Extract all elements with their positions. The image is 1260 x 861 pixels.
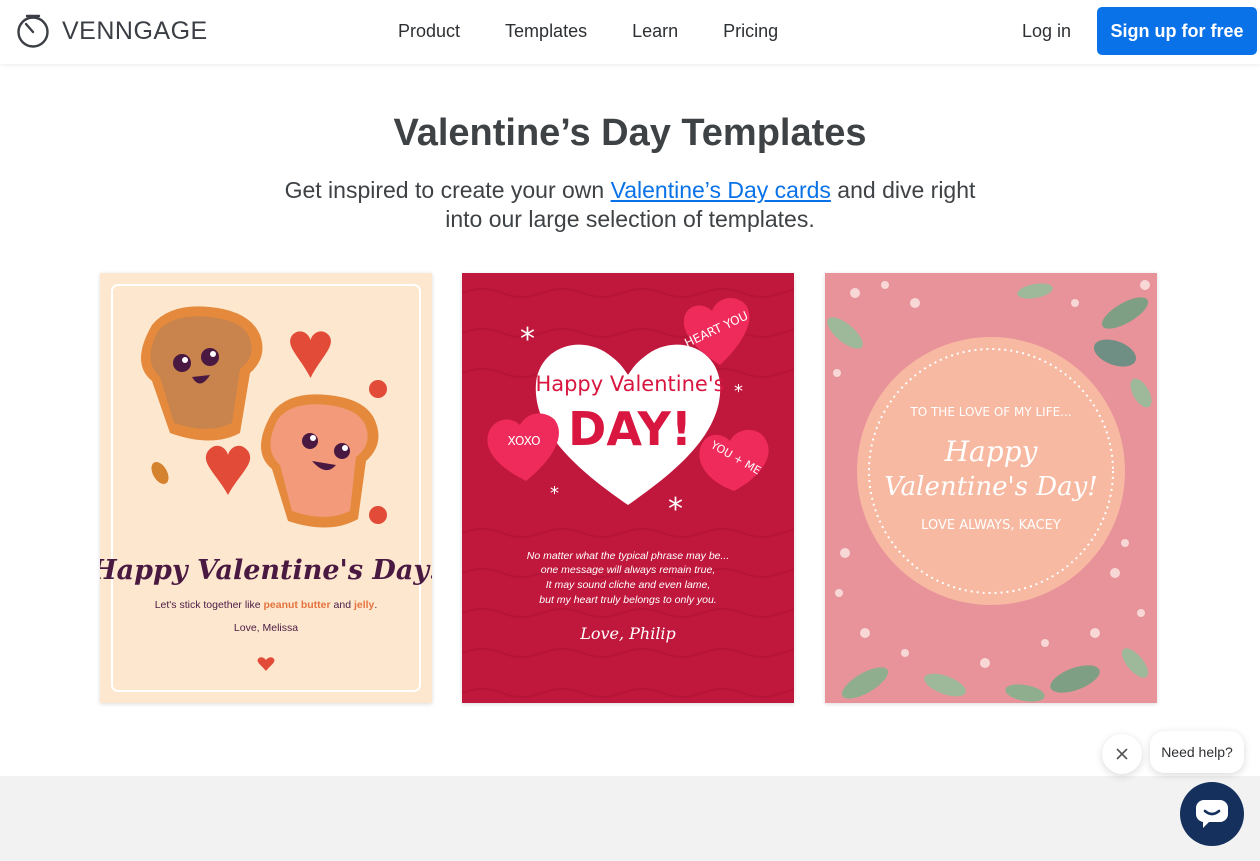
chat-close-button[interactable] <box>1102 734 1142 774</box>
nav-product[interactable]: Product <box>398 21 460 42</box>
nav-pricing[interactable]: Pricing <box>723 21 778 42</box>
page-title: Valentine’s Day Templates <box>393 112 867 154</box>
pbj-highlight-jelly: jelly <box>353 599 375 611</box>
footer-band <box>0 776 1260 861</box>
red-card-title-line2: DAY! <box>568 402 692 456</box>
floral-title-line1: Happy <box>944 435 1039 468</box>
pbj-signature: Love, Melissa <box>234 622 298 634</box>
need-help-bubble[interactable]: Need help? <box>1150 731 1244 773</box>
brand-logo[interactable]: VENNGAGE <box>16 14 208 48</box>
floral-card-art: TO THE LOVE OF MY LIFE... Happy Valentin… <box>825 273 1157 703</box>
pbj-message: Let's stick together like peanut butter … <box>155 599 378 611</box>
strawberry-icon <box>369 506 387 524</box>
nav-learn[interactable]: Learn <box>632 21 678 42</box>
pbj-message-start: Let's stick together like <box>155 599 264 611</box>
poem-line: It may sound cliche and even lame, <box>546 579 711 591</box>
pbj-message-end: . <box>374 599 377 611</box>
pbj-highlight-pb: peanut butter <box>264 599 331 611</box>
signup-button[interactable]: Sign up for free <box>1097 7 1257 55</box>
poem-line: but my heart truly belongs to only you. <box>539 594 716 606</box>
template-card-red-hearts[interactable]: Happy Valentine's DAY! HEART YOU XOXO YO… <box>462 273 794 703</box>
sparkle-icon: * <box>668 492 683 527</box>
login-link[interactable]: Log in <box>1022 21 1071 42</box>
chat-icon <box>1196 800 1228 828</box>
pbj-title: Happy Valentine's Day! <box>100 555 432 586</box>
sparkle-icon: * <box>734 381 743 402</box>
floral-signature: LOVE ALWAYS, KACEY <box>921 518 1061 533</box>
floral-title-line2: Valentine's Day! <box>884 472 1097 502</box>
floral-eyebrow: TO THE LOVE OF MY LIFE... <box>909 405 1071 419</box>
site-header: VENNGAGE Product Templates Learn Pricing… <box>0 0 1260 64</box>
strawberry-icon <box>369 380 387 398</box>
red-hearts-card-art: Happy Valentine's DAY! HEART YOU XOXO YO… <box>462 273 794 703</box>
close-icon <box>1116 748 1128 760</box>
brand-name: VENNGAGE <box>62 16 208 45</box>
poem-line: one message will always remain true, <box>541 564 716 576</box>
nav-templates[interactable]: Templates <box>505 21 587 42</box>
pbj-message-mid: and <box>331 599 354 611</box>
red-card-signature: Love, Philip <box>579 624 676 643</box>
red-card-title-line1: Happy Valentine's <box>535 372 724 396</box>
template-card-pbj[interactable]: Happy Valentine's Day! Let's stick toget… <box>100 273 432 703</box>
xoxo-label: XOXO <box>507 434 540 448</box>
sparkle-icon: * <box>520 322 535 357</box>
template-card-floral[interactable]: TO THE LOVE OF MY LIFE... Happy Valentin… <box>825 273 1157 703</box>
pbj-card-art: Happy Valentine's Day! Let's stick toget… <box>100 273 432 703</box>
venngage-logo-icon <box>17 14 49 48</box>
subtitle-text-start: Get inspired to create your own <box>284 177 611 203</box>
chat-launcher-button[interactable] <box>1180 782 1244 846</box>
poem-line: No matter what the typical phrase may be… <box>527 550 730 562</box>
sparkle-icon: * <box>550 483 559 504</box>
main-nav: Product Templates Learn Pricing <box>398 21 823 42</box>
valentines-cards-link[interactable]: Valentine’s Day cards <box>611 177 831 203</box>
page-subtitle: Get inspired to create your own Valentin… <box>280 176 980 234</box>
center-circle <box>857 337 1125 605</box>
